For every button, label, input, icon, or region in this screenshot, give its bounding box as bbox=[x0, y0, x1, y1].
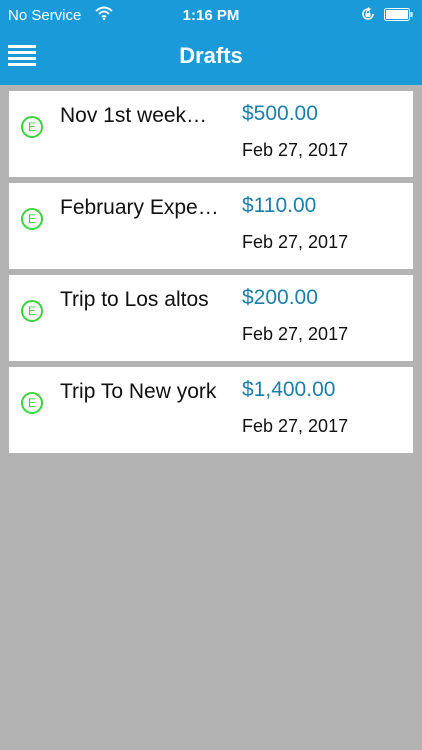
expense-badge-icon: E bbox=[21, 116, 43, 138]
page-title: Drafts bbox=[179, 43, 243, 68]
orientation-lock-icon bbox=[362, 7, 374, 20]
draft-item[interactable]: E February Expe… $110.00 Feb 27, 2017 bbox=[9, 183, 413, 269]
draft-title: Nov 1st week… bbox=[60, 104, 208, 127]
app-screen: No Service 1:16 PM Drafts E Nov 1st week… bbox=[0, 0, 422, 750]
status-bar: No Service 1:16 PM bbox=[0, 0, 422, 30]
draft-item[interactable]: E Trip to Los altos $200.00 Feb 27, 2017 bbox=[9, 275, 413, 361]
navigation-bar: Drafts bbox=[0, 30, 422, 85]
header-background: No Service 1:16 PM Drafts bbox=[0, 0, 422, 85]
draft-date: Feb 27, 2017 bbox=[242, 140, 349, 160]
draft-title: Trip To New york bbox=[60, 380, 217, 403]
draft-amount: $1,400.00 bbox=[242, 378, 336, 401]
draft-title: February Expe… bbox=[60, 196, 219, 219]
status-time: 1:16 PM bbox=[182, 7, 240, 24]
draft-amount: $110.00 bbox=[242, 194, 317, 217]
drafts-list: E Nov 1st week… $500.00 Feb 27, 2017 E F… bbox=[9, 91, 413, 459]
draft-item[interactable]: E Trip To New york $1,400.00 Feb 27, 201… bbox=[9, 367, 413, 453]
draft-date: Feb 27, 2017 bbox=[242, 232, 349, 252]
draft-amount: $500.00 bbox=[242, 102, 318, 125]
draft-title: Trip to Los altos bbox=[60, 288, 209, 311]
draft-item[interactable]: E Nov 1st week… $500.00 Feb 27, 2017 bbox=[9, 91, 413, 177]
battery-icon bbox=[384, 8, 413, 21]
draft-date: Feb 27, 2017 bbox=[242, 324, 349, 344]
expense-badge-icon: E bbox=[21, 300, 43, 322]
expense-badge-icon: E bbox=[21, 208, 43, 230]
expense-badge-icon: E bbox=[21, 392, 43, 414]
draft-date: Feb 27, 2017 bbox=[242, 416, 349, 436]
draft-amount: $200.00 bbox=[242, 286, 318, 309]
